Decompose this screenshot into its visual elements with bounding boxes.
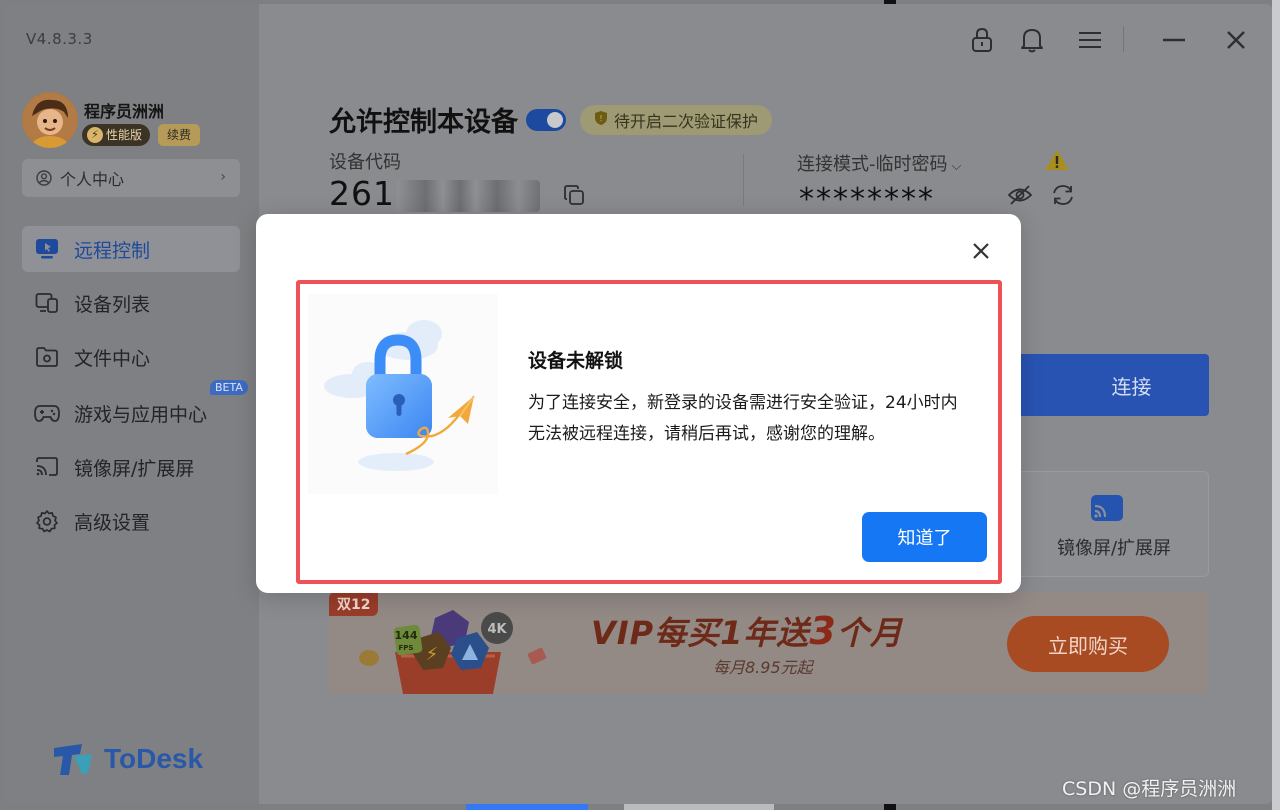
bolt-icon: ⚡ xyxy=(87,127,103,143)
device-code-value: 261 xyxy=(329,174,395,213)
sidebar-item-label: 游戏与应用中心 xyxy=(74,403,208,426)
copy-button[interactable] xyxy=(563,184,585,210)
monitor-icon xyxy=(34,236,60,262)
user-icon xyxy=(36,170,52,186)
shield-icon: ! xyxy=(594,110,608,130)
eye-off-icon xyxy=(1007,185,1033,205)
sidebar-item-label: 远程控制 xyxy=(74,239,151,262)
device-code-label: 设备代码 xyxy=(329,152,401,173)
minimize-icon xyxy=(1163,38,1185,42)
promo-title-part1: VIP每买1年送 xyxy=(591,614,810,652)
promo-banner[interactable]: 双12 ⚡ 144 FPS 4K VIP每买1年送3个月 每月8.95元起 立即… xyxy=(329,592,1209,694)
chevron-down-icon: ⌵ xyxy=(951,159,962,174)
connect-button[interactable]: 连接 xyxy=(994,354,1209,416)
temporary-password: ******** xyxy=(799,182,935,217)
promo-title-number: 3 xyxy=(809,609,837,653)
promo-subtitle: 每月8.95元起 xyxy=(713,658,813,677)
app-version: V4.8.3.3 xyxy=(26,30,93,48)
svg-text:144: 144 xyxy=(395,629,418,642)
column-divider xyxy=(743,154,744,206)
folder-gear-icon xyxy=(34,344,60,370)
gift-basket-illustration: ⚡ 144 FPS 4K xyxy=(357,602,557,694)
brand-name: ToDesk xyxy=(104,743,204,774)
toggle-password-visibility[interactable] xyxy=(1007,184,1033,210)
gamepad-icon xyxy=(34,400,60,426)
menu-button[interactable] xyxy=(1077,26,1103,54)
connection-mode-label: 连接模式-临时密码 xyxy=(797,154,948,175)
bell-icon xyxy=(1021,29,1043,53)
sidebar-item-device-list[interactable]: 设备列表 xyxy=(22,280,240,326)
promo-title-part2: 个月 xyxy=(836,614,903,652)
sidebar-item-advanced-settings[interactable]: 高级设置 xyxy=(22,498,240,544)
connection-mode-select[interactable]: 连接模式-临时密码 ⌵ xyxy=(797,150,961,176)
sidebar-item-game-app-center[interactable]: 游戏与应用中心 xyxy=(22,390,240,436)
sidebar-item-label: 设备列表 xyxy=(74,293,151,316)
chevron-right-icon: › xyxy=(220,169,226,185)
username: 程序员洲洲 xyxy=(84,102,165,121)
close-icon xyxy=(973,243,989,259)
close-icon xyxy=(1227,31,1245,49)
annotation-highlight-box xyxy=(296,280,1002,584)
svg-text:⚡: ⚡ xyxy=(426,644,439,665)
refresh-icon xyxy=(1053,185,1073,205)
device-code-redacted xyxy=(397,180,540,212)
lock-icon xyxy=(972,27,992,52)
svg-text:!: ! xyxy=(599,114,602,123)
todesk-logo: ToDesk xyxy=(52,742,203,776)
allow-control-toggle[interactable] xyxy=(526,108,566,131)
two-factor-pill-label: 待开启二次验证保护 xyxy=(614,111,759,131)
personal-center-button[interactable]: 个人中心 › xyxy=(22,159,240,197)
toolbar-divider xyxy=(1123,26,1124,52)
performance-badge: ⚡ 性能版 xyxy=(82,124,151,146)
sidebar-item-mirror-screen[interactable]: 镜像屏/扩展屏 xyxy=(22,444,240,490)
promo-title: VIP每买1年送3个月 xyxy=(591,608,903,654)
taskbar-item xyxy=(624,804,774,810)
beta-badge: BETA xyxy=(210,380,248,395)
minimize-button[interactable] xyxy=(1161,26,1187,54)
devices-icon xyxy=(34,290,60,316)
copy-icon xyxy=(564,185,584,205)
svg-text:FPS: FPS xyxy=(399,644,414,652)
cast-icon xyxy=(34,454,60,480)
renew-button[interactable]: 续费 xyxy=(158,124,201,146)
two-factor-pill[interactable]: ! 待开启二次验证保护 xyxy=(580,104,773,135)
taskbar-item xyxy=(466,804,588,810)
dialog-close-button[interactable] xyxy=(970,240,992,262)
gear-icon xyxy=(34,508,60,534)
svg-text:4K: 4K xyxy=(487,622,507,637)
allow-control-row: 允许控制本设备 ! 待开启二次验证保护 xyxy=(329,100,773,139)
todesk-logo-icon xyxy=(54,744,92,775)
refresh-password-button[interactable] xyxy=(1051,184,1075,210)
avatar[interactable] xyxy=(22,92,78,148)
hamburger-menu-icon xyxy=(1079,32,1101,48)
performance-badge-label: 性能版 xyxy=(106,128,143,142)
sidebar-item-file-center[interactable]: 文件中心 xyxy=(22,334,240,380)
notification-button[interactable] xyxy=(1019,26,1045,54)
lock-button[interactable] xyxy=(969,26,995,54)
desktop-background xyxy=(1272,0,1280,810)
cast-icon xyxy=(1090,494,1124,526)
buy-now-button[interactable]: 立即购买 xyxy=(1007,616,1169,672)
sidebar-item-label: 镜像屏/扩展屏 xyxy=(74,457,195,480)
page-title: 允许控制本设备 xyxy=(329,107,518,138)
device-locked-dialog: 设备未解锁 为了连接安全，新登录的设备需进行安全验证，24小时内无法被远程连接，… xyxy=(256,214,1021,593)
personal-center-label: 个人中心 xyxy=(60,170,125,189)
csdn-watermark: CSDN @程序员洲洲 xyxy=(1062,778,1237,800)
sidebar-item-remote-control[interactable]: 远程控制 xyxy=(22,226,240,272)
sidebar-item-label: 高级设置 xyxy=(74,511,151,534)
sidebar-item-label: 文件中心 xyxy=(74,347,151,370)
warning-icon[interactable] xyxy=(1043,148,1071,176)
sidebar: V4.8.3.3 程序员洲洲 ⚡ 性能版 续费 个人中心 › 远程控制 设备列表… xyxy=(4,4,259,804)
desktop-background xyxy=(884,804,896,810)
close-window-button[interactable] xyxy=(1223,26,1249,54)
